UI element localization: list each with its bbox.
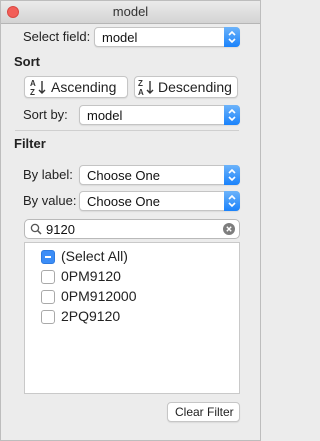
updown-arrow-icon [224,105,240,125]
by-value-value: Choose One [87,194,160,209]
list-item-label: 0PM912000 [61,288,137,304]
select-field-label: Select field: [23,29,91,44]
clear-search-icon[interactable] [223,223,235,238]
ascending-label: Ascending [51,79,117,95]
list-item-label: (Select All) [61,248,128,264]
sort-heading: Sort [14,54,40,69]
checkbox[interactable] [41,290,55,304]
window-title: model [112,4,149,19]
sort-ascending-button[interactable]: A Z Ascending [24,76,128,98]
checkbox[interactable] [41,310,55,324]
search-field[interactable]: 9120 [24,219,240,239]
updown-arrow-icon [224,165,240,185]
sort-descending-button[interactable]: Z A Descending [134,76,238,98]
search-icon [30,223,42,238]
list-item-label: 2PQ9120 [61,308,121,324]
window: model Select field: model Sort A Z Ascen… [0,0,261,441]
filter-values-list[interactable]: (Select All) 0PM9120 0PM912000 2PQ9120 [24,242,240,394]
by-label-dropdown[interactable]: Choose One [79,165,240,185]
descending-label: Descending [158,79,232,95]
by-label-label: By label: [23,167,73,182]
svg-text:A: A [30,79,36,88]
svg-text:Z: Z [138,79,143,88]
filter-heading: Filter [14,136,46,151]
sort-by-dropdown[interactable]: model [79,105,240,125]
sort-za-icon: Z A [137,78,155,97]
by-value-dropdown[interactable]: Choose One [79,191,240,211]
updown-arrow-icon [224,27,240,47]
clear-filter-label: Clear Filter [175,405,234,419]
checkbox-mixed[interactable] [41,250,55,264]
by-value-label: By value: [23,193,77,208]
title-bar[interactable]: model [1,1,260,24]
svg-text:Z: Z [30,88,35,96]
list-item-label: 0PM9120 [61,268,121,284]
sort-by-value: model [87,108,123,123]
sort-az-icon: A Z [29,78,47,97]
checkbox[interactable] [41,270,55,284]
sort-by-label: Sort by: [23,107,68,122]
search-input[interactable]: 9120 [46,222,75,237]
select-field-dropdown[interactable]: model [94,27,240,47]
divider [15,130,239,131]
select-field-value: model [102,30,138,45]
by-label-value: Choose One [87,168,160,183]
svg-text:A: A [138,88,144,96]
updown-arrow-icon [224,191,240,211]
clear-filter-button[interactable]: Clear Filter [167,402,240,422]
